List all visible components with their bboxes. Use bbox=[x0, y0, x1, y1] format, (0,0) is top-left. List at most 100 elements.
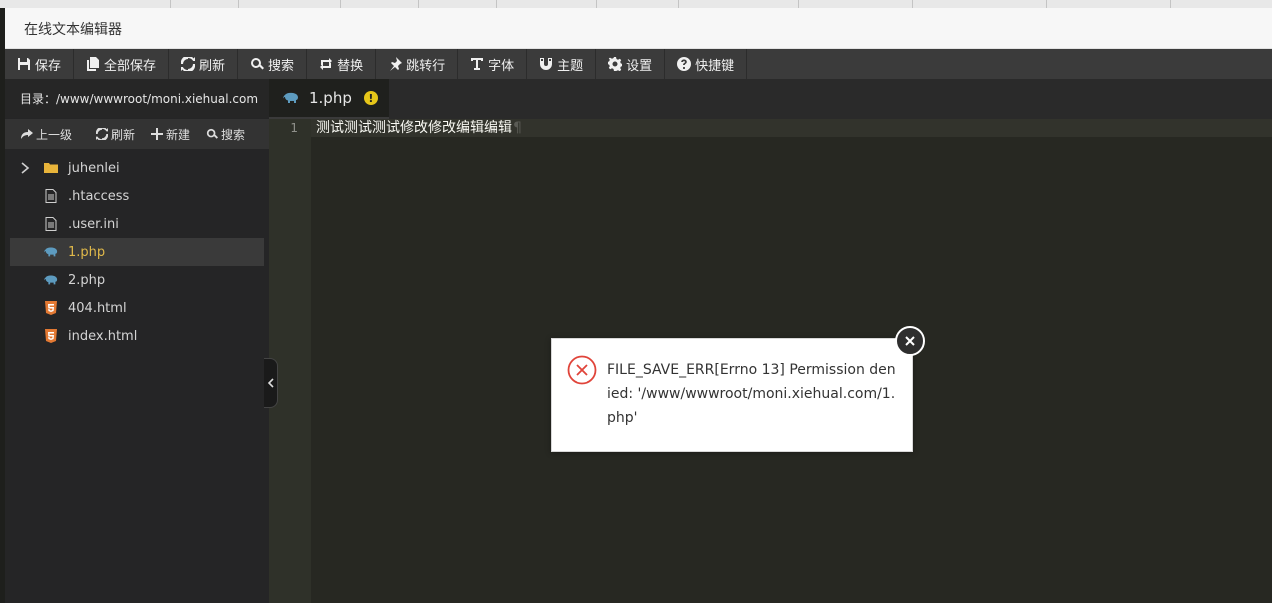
shortcuts-label: 快捷键 bbox=[695, 58, 735, 74]
new-file-button[interactable]: 新建 bbox=[143, 126, 198, 143]
code-line-text: 测试测试测试修改修改编辑编辑 bbox=[316, 120, 512, 136]
tab-separator bbox=[678, 0, 679, 8]
tree-item-folder[interactable]: juhenlei bbox=[10, 154, 264, 182]
replace-button[interactable]: 替换 bbox=[307, 49, 377, 79]
tree-item-label: 2.php bbox=[68, 272, 106, 288]
close-icon bbox=[905, 336, 915, 346]
tree-item-label: 1.php bbox=[68, 244, 106, 260]
unsaved-warning-icon: ! bbox=[363, 91, 378, 105]
sidebar-refresh-button[interactable]: 刷新 bbox=[80, 126, 143, 143]
tab-separator bbox=[238, 0, 239, 8]
file-text-icon bbox=[45, 189, 57, 203]
toolbar: 保存 全部保存 刷新 搜索 替换 跳转行 字体 主题 设置 快捷键 bbox=[5, 49, 1272, 79]
tab-separator bbox=[798, 0, 799, 8]
tree-item-html[interactable]: 404.html bbox=[10, 294, 264, 322]
tab-separator bbox=[596, 0, 597, 8]
file-tree: juhenlei .htaccess .user.ini 1.php 2.php… bbox=[10, 154, 264, 350]
save-all-button[interactable]: 全部保存 bbox=[74, 49, 170, 79]
file-sidebar: 目录：/www/wwwroot/moni.xiehual.com 上一级 刷新 … bbox=[5, 79, 269, 603]
sidebar-refresh-label: 刷新 bbox=[111, 127, 136, 142]
settings-label: 设置 bbox=[626, 58, 653, 74]
refresh-icon bbox=[181, 57, 196, 71]
tree-item-php-active[interactable]: 1.php bbox=[10, 238, 264, 266]
search-button[interactable]: 搜索 bbox=[238, 49, 308, 79]
tree-item-label: juhenlei bbox=[68, 160, 120, 176]
tab-separator bbox=[1170, 0, 1171, 8]
plus-icon bbox=[151, 128, 164, 140]
font-label: 字体 bbox=[488, 58, 515, 74]
goto-line-label: 跳转行 bbox=[406, 58, 446, 74]
tree-item-label: 404.html bbox=[68, 300, 127, 316]
directory-path: 目录：/www/wwwroot/moni.xiehual.com bbox=[5, 79, 269, 118]
refresh-button[interactable]: 刷新 bbox=[169, 49, 239, 79]
html5-icon bbox=[45, 329, 57, 343]
tree-item-php[interactable]: 2.php bbox=[10, 266, 264, 294]
browser-tab-strip bbox=[0, 0, 1272, 8]
tab-separator bbox=[496, 0, 497, 8]
gear-icon bbox=[608, 57, 623, 71]
chevron-right-icon bbox=[21, 162, 30, 174]
copy-files-icon bbox=[87, 57, 100, 71]
save-button[interactable]: 保存 bbox=[5, 49, 75, 79]
replace-label: 替换 bbox=[337, 58, 364, 74]
title-bar: 在线文本编辑器 bbox=[5, 8, 1272, 49]
search-icon bbox=[206, 128, 219, 139]
theme-label: 主题 bbox=[557, 58, 584, 74]
folder-icon bbox=[44, 163, 58, 173]
search-icon bbox=[251, 58, 265, 70]
font-button[interactable]: 字体 bbox=[458, 49, 528, 79]
code-line-active[interactable]: 测试测试测试修改修改编辑编辑¶ bbox=[311, 119, 1272, 137]
magnet-icon bbox=[540, 58, 553, 70]
sidebar-actions: 上一级 刷新 新建 搜索 bbox=[5, 119, 269, 149]
sidebar-search-button[interactable]: 搜索 bbox=[198, 126, 253, 143]
editor-tab-bar: 1.php ! bbox=[269, 79, 1272, 119]
refresh-label: 刷新 bbox=[199, 58, 226, 74]
file-text-icon bbox=[45, 217, 57, 231]
php-elephant-icon bbox=[283, 92, 298, 103]
dialog-close-button[interactable] bbox=[895, 326, 925, 356]
tree-item-label: .htaccess bbox=[68, 188, 130, 204]
save-label: 保存 bbox=[35, 58, 62, 74]
pushpin-icon bbox=[390, 57, 403, 71]
save-all-label: 全部保存 bbox=[104, 58, 157, 74]
shortcuts-button[interactable]: 快捷键 bbox=[665, 49, 748, 79]
tree-item-label: index.html bbox=[68, 328, 138, 344]
tab-separator bbox=[1046, 0, 1047, 8]
chevron-left-icon bbox=[267, 378, 274, 388]
question-circle-icon bbox=[677, 57, 692, 71]
sidebar-search-label: 搜索 bbox=[221, 127, 246, 142]
sidebar-collapse-handle[interactable] bbox=[264, 358, 278, 408]
error-x-circle-icon bbox=[567, 355, 597, 385]
tab-separator bbox=[170, 0, 171, 8]
tree-item-label: .user.ini bbox=[68, 216, 119, 232]
error-dialog: FILE_SAVE_ERR[Errno 13] Permission denie… bbox=[551, 338, 913, 452]
pilcrow-mark: ¶ bbox=[513, 120, 522, 136]
tab-separator bbox=[418, 0, 419, 8]
retweet-icon bbox=[320, 58, 333, 70]
editor-tab-label: 1.php bbox=[309, 89, 352, 107]
php-elephant-icon bbox=[44, 275, 58, 285]
floppy-disk-icon bbox=[18, 58, 30, 70]
tree-item-file[interactable]: .user.ini bbox=[10, 210, 264, 238]
new-file-label: 新建 bbox=[166, 127, 191, 142]
error-message: FILE_SAVE_ERR[Errno 13] Permission denie… bbox=[607, 362, 896, 426]
php-elephant-icon bbox=[44, 247, 58, 257]
text-font-icon bbox=[471, 58, 484, 70]
tab-separator bbox=[912, 0, 913, 8]
theme-button[interactable]: 主题 bbox=[527, 49, 597, 79]
tab-separator bbox=[340, 0, 341, 8]
share-arrow-icon bbox=[21, 129, 33, 139]
window-title: 在线文本编辑器 bbox=[24, 22, 122, 38]
line-number: 1 bbox=[290, 121, 298, 135]
html5-icon bbox=[45, 301, 57, 315]
refresh-icon bbox=[96, 128, 109, 140]
goto-line-button[interactable]: 跳转行 bbox=[376, 49, 459, 79]
settings-button[interactable]: 设置 bbox=[596, 49, 666, 79]
editor-tab-active[interactable]: 1.php ! bbox=[269, 79, 389, 119]
tree-item-html[interactable]: index.html bbox=[10, 322, 264, 350]
go-up-label: 上一级 bbox=[36, 127, 73, 142]
editor-window: 在线文本编辑器 保存 全部保存 刷新 搜索 替换 跳转行 字体 主题 设置 快捷… bbox=[5, 8, 1272, 603]
tree-item-file[interactable]: .htaccess bbox=[10, 182, 264, 210]
search-label: 搜索 bbox=[268, 58, 295, 74]
go-up-button[interactable]: 上一级 bbox=[5, 126, 80, 143]
